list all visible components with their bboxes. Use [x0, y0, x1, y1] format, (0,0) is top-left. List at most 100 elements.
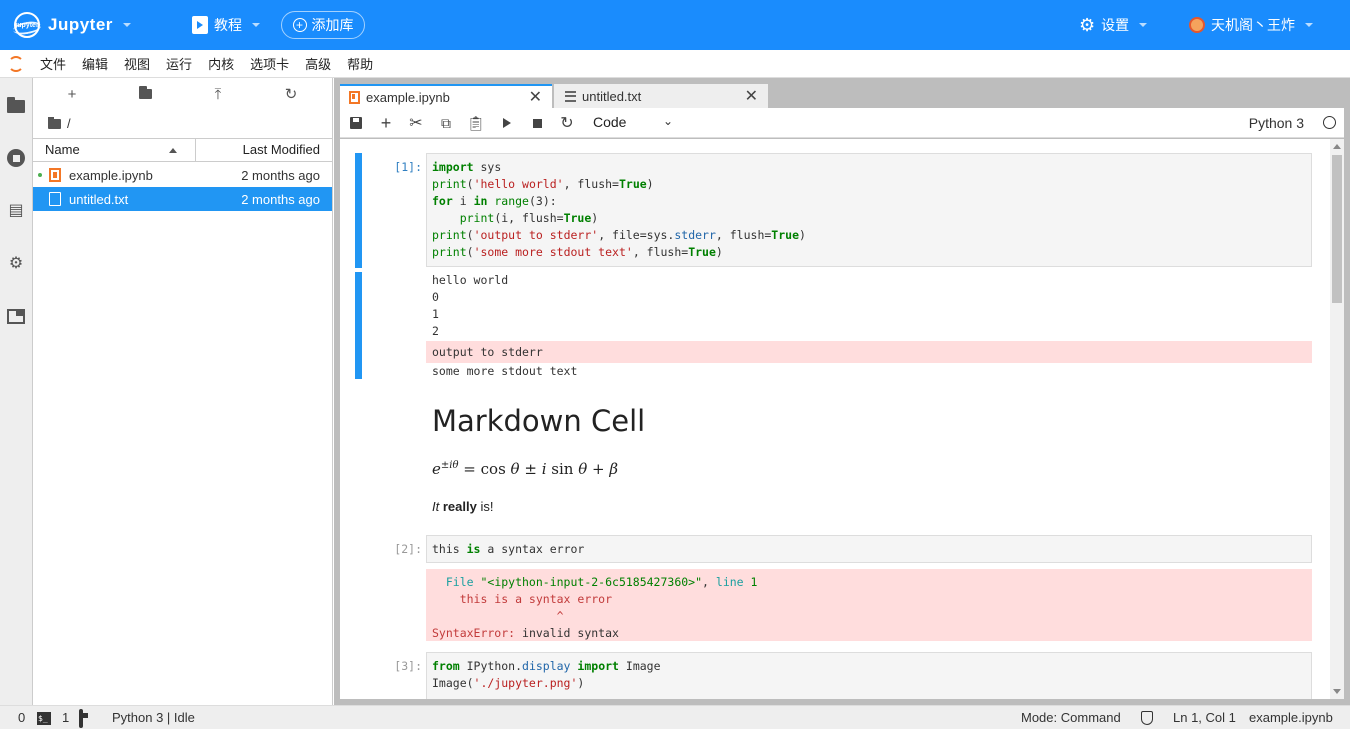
cell-type-select[interactable]: Code ⌄	[593, 114, 673, 132]
plus-circle-icon: +	[292, 18, 307, 32]
code-cell-input[interactable]: from IPython.display import Image Image(…	[426, 652, 1312, 699]
status-bar: 0 $_ 1 Python 3 | Idle Mode: Command Ln …	[0, 705, 1350, 729]
terminal-count[interactable]: 0	[18, 710, 25, 725]
kernel-name[interactable]: Python 3	[1249, 115, 1304, 131]
new-folder-icon[interactable]	[137, 86, 153, 102]
new-launcher-icon[interactable]: +	[64, 86, 80, 103]
menu-tabs[interactable]: 选项卡	[242, 54, 297, 73]
tab-example-ipynb[interactable]: example.ipynb ✕	[340, 84, 552, 108]
running-indicator-icon	[38, 173, 42, 177]
column-last-modified[interactable]: Last Modified	[196, 139, 332, 161]
close-icon[interactable]: ✕	[529, 87, 542, 107]
error-line: ^	[432, 609, 564, 623]
input-collapser[interactable]	[355, 153, 362, 268]
settings-menu[interactable]: ⚙ 设置	[1079, 13, 1148, 37]
tabs-icon[interactable]	[6, 306, 26, 326]
restart-icon[interactable]: ↻	[558, 114, 576, 132]
chevron-down-icon	[122, 23, 131, 27]
kernel-count[interactable]: 1	[62, 710, 69, 725]
interrupt-icon[interactable]	[528, 114, 546, 132]
code-cell-input[interactable]: this is a syntax error	[426, 535, 1312, 563]
menu-file[interactable]: 文件	[32, 54, 74, 73]
notebook-panel: [1]: import sys print('hello world', flu…	[340, 139, 1344, 699]
command-palette-icon[interactable]: ▤	[6, 200, 26, 220]
text-file-icon	[49, 192, 61, 206]
editor-mode: Mode: Command	[1021, 710, 1121, 725]
user-menu[interactable]: 天机阁丶王炸	[1189, 13, 1313, 37]
tutorial-menu[interactable]: 教程	[192, 13, 260, 37]
column-name[interactable]: Name	[33, 139, 196, 161]
copy-icon[interactable]: ⧉	[437, 114, 455, 132]
file-modified: 2 months ago	[241, 191, 320, 207]
running-stop-icon[interactable]	[6, 148, 26, 168]
notebook-icon	[349, 90, 360, 104]
folder-icon	[48, 116, 61, 129]
breadcrumb-path: /	[67, 116, 71, 131]
chevron-down-icon	[1139, 23, 1148, 27]
menu-bar: 文件 编辑 视图 运行 内核 选项卡 高级 帮助	[0, 50, 1350, 78]
markdown-heading: Markdown Cell	[432, 404, 646, 438]
markdown-text: is!	[480, 499, 494, 514]
avatar	[1189, 17, 1205, 33]
tab-untitled-txt[interactable]: untitled.txt ✕	[554, 84, 768, 108]
menu-help[interactable]: 帮助	[339, 54, 381, 73]
folder-icon[interactable]	[6, 96, 26, 116]
markdown-bold: really	[442, 499, 477, 514]
scroll-thumb[interactable]	[1332, 155, 1342, 303]
chevron-down-icon	[1305, 23, 1313, 27]
menu-advanced[interactable]: 高级	[297, 54, 339, 73]
kernel-status-text[interactable]: Python 3 | Idle	[112, 710, 195, 725]
cell-output: some more stdout text	[432, 364, 578, 378]
file-name: untitled.txt	[69, 191, 129, 207]
jupyter-logo-icon: jupyter	[14, 12, 40, 38]
gears-icon[interactable]: ⚙	[6, 253, 26, 273]
scroll-down-icon[interactable]	[1333, 689, 1341, 694]
jupyter-mini-logo-icon	[0, 50, 32, 78]
menu-kernel[interactable]: 内核	[200, 54, 242, 73]
code-cell-input[interactable]: import sys print('hello world', flush=Tr…	[426, 153, 1312, 267]
cut-icon[interactable]: ✂	[407, 114, 425, 132]
insert-cell-icon[interactable]: +	[377, 113, 395, 133]
file-row[interactable]: untitled.txt 2 months ago	[33, 187, 332, 211]
jupyter-brand[interactable]: jupyter Jupyter	[14, 10, 131, 40]
chevron-down-icon: ⌄	[662, 114, 673, 128]
upload-icon[interactable]: ⤒	[210, 86, 226, 103]
close-icon[interactable]: ✕	[745, 86, 758, 106]
file-list-header: Name Last Modified	[33, 138, 332, 162]
tab-label: untitled.txt	[582, 88, 642, 104]
kernel-chip-icon[interactable]	[79, 709, 83, 728]
file-browser: + ⤒ ↻ / Name Last Modified example.ipynb…	[33, 78, 333, 705]
sort-asc-icon	[169, 148, 177, 153]
breadcrumb[interactable]: /	[48, 116, 71, 131]
file-browser-toolbar: + ⤒ ↻	[33, 78, 332, 112]
error-output: File "<ipython-input-2-6c5185427360>", l…	[426, 569, 1312, 641]
menu-edit[interactable]: 编辑	[74, 54, 116, 73]
current-file: example.ipynb	[1249, 710, 1333, 725]
terminal-icon[interactable]: $_	[37, 712, 51, 725]
cell-type-value: Code	[593, 114, 627, 130]
error-line: this is a syntax error	[432, 592, 613, 606]
cursor-position[interactable]: Ln 1, Col 1	[1173, 710, 1236, 725]
markdown-math: e±iθ = cos θ ± i sin θ + β	[432, 460, 619, 478]
notebook-scrollbar[interactable]	[1330, 139, 1344, 699]
stderr-output: output to stderr	[426, 341, 1312, 363]
gear-icon: ⚙	[1079, 14, 1096, 35]
kernel-status-icon	[1323, 116, 1336, 129]
error-line: File "<ipython-input-2-6c5185427360>", l…	[432, 575, 758, 589]
scroll-up-icon[interactable]	[1333, 144, 1341, 149]
refresh-icon[interactable]: ↻	[283, 86, 299, 103]
file-row[interactable]: example.ipynb 2 months ago	[33, 163, 332, 187]
chevron-down-icon	[252, 23, 260, 27]
trusted-shield-icon[interactable]	[1141, 711, 1153, 725]
activity-bar: ▤ ⚙	[0, 78, 33, 705]
run-icon[interactable]	[498, 114, 516, 132]
output-collapser[interactable]	[355, 272, 362, 379]
markdown-emphasis: It	[432, 499, 440, 514]
save-icon[interactable]	[347, 114, 365, 132]
add-library-button[interactable]: + 添加库	[281, 11, 365, 39]
brand-name: Jupyter	[48, 15, 113, 34]
column-name-label: Name	[45, 142, 80, 157]
menu-view[interactable]: 视图	[116, 54, 158, 73]
paste-icon[interactable]: 📋︎	[467, 114, 485, 132]
menu-run[interactable]: 运行	[158, 54, 200, 73]
